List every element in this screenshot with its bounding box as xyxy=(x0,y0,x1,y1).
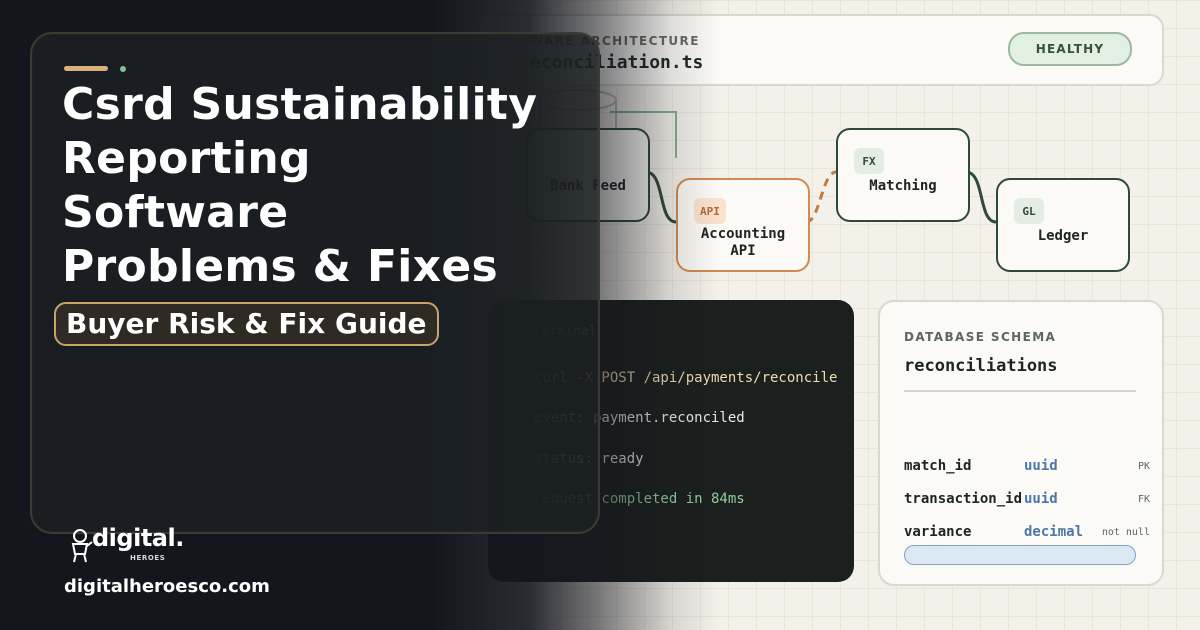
column-flag: PK xyxy=(1137,461,1150,472)
column-type: uuid xyxy=(1024,458,1058,474)
connector-bank-to-api xyxy=(645,170,677,224)
node-matching: FX Matching xyxy=(836,128,970,222)
schema-table-name: reconciliations xyxy=(904,356,1058,376)
node-ledger: GL Ledger xyxy=(996,178,1130,272)
node-accounting-api-label-line2: API xyxy=(730,243,756,259)
schema-column-row: transaction_id uuid FK xyxy=(904,491,1150,511)
hero-mascot-icon xyxy=(71,529,93,563)
page-title: Csrd Sustainability Reporting Software P… xyxy=(62,78,537,294)
connector-api-to-matching xyxy=(805,170,837,224)
brand-name: digital. xyxy=(92,524,184,552)
title-line: Problems & Fixes xyxy=(62,241,498,292)
schema-column-row: variance decimal not null xyxy=(904,524,1150,544)
schema-column-row: match_id uuid PK xyxy=(904,458,1150,478)
column-flag: not null xyxy=(1101,527,1150,538)
column-name: transaction_id xyxy=(904,491,1023,507)
title-line: Csrd Sustainability xyxy=(62,79,538,130)
api-tag-icon: API xyxy=(694,198,726,224)
accent-dot xyxy=(120,66,126,72)
column-flag: FK xyxy=(1137,494,1150,505)
gl-tag-icon: GL xyxy=(1014,198,1044,224)
node-accounting-api-label-line1: Accounting xyxy=(700,226,786,242)
column-type: decimal xyxy=(1024,524,1084,540)
schema-highlight-bar xyxy=(904,545,1136,565)
fx-tag-icon: FX xyxy=(854,148,884,174)
node-ledger-label: Ledger xyxy=(1037,228,1089,244)
node-accounting-api-label: Accounting API xyxy=(678,226,808,260)
title-panel: Csrd Sustainability Reporting Software P… xyxy=(30,32,600,534)
column-name: match_id xyxy=(904,458,972,474)
brand-logo: digital. HEROES xyxy=(68,524,198,566)
column-type: uuid xyxy=(1024,491,1058,507)
accent-bar xyxy=(64,66,108,71)
brand-url: digitalheroesco.com xyxy=(64,576,270,597)
title-line: Software xyxy=(62,187,289,238)
subtitle-badge: Buyer Risk & Fix Guide xyxy=(54,302,439,346)
column-name: variance xyxy=(904,524,972,540)
connector-matching-to-ledger xyxy=(965,170,997,224)
schema-divider xyxy=(904,390,1136,392)
node-accounting-api: API Accounting API xyxy=(676,178,810,272)
schema-kicker: DATABASE SCHEMA xyxy=(904,330,1057,344)
database-schema-card: DATABASE SCHEMA reconciliations match_id… xyxy=(878,300,1164,586)
title-line: Reporting xyxy=(62,133,311,184)
brand-subtitle: HEROES xyxy=(130,554,166,562)
node-matching-label: Matching xyxy=(869,178,937,194)
hero-graphic: WARE ARCHITECTURE econciliation.ts HEALT… xyxy=(0,0,1200,630)
